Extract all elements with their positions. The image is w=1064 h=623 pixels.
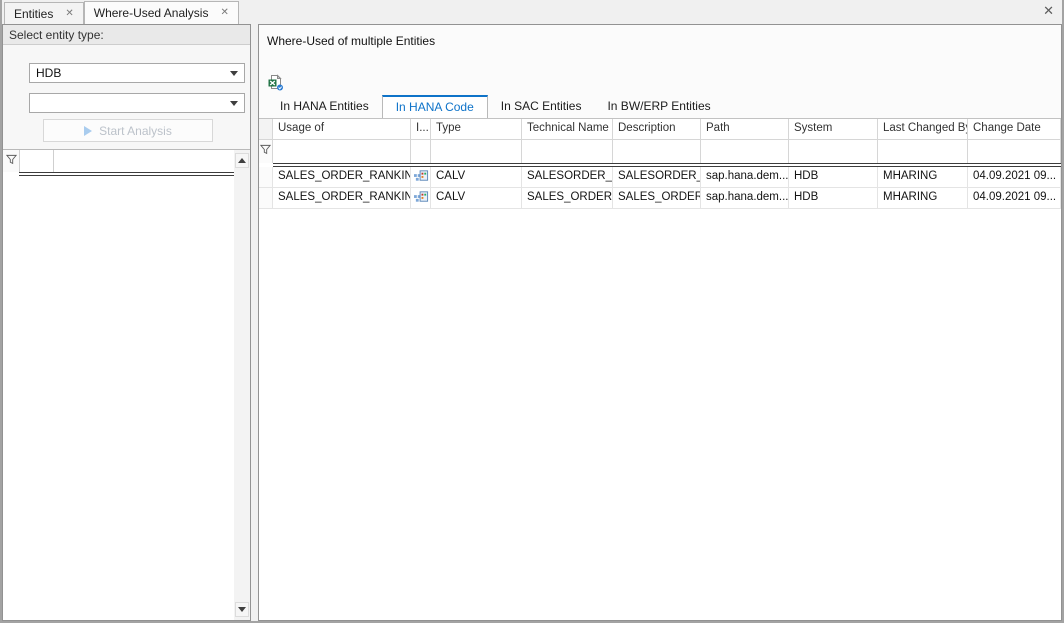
filter-cell[interactable] [431, 140, 522, 163]
document-tabstrip: Entities ✕ Where-Used Analysis ✕ ✕ [2, 0, 1062, 24]
calculation-view-icon [414, 190, 429, 204]
cell-description: SALESORDER_... [613, 167, 701, 187]
play-icon [84, 126, 92, 136]
filter-cell[interactable] [273, 140, 411, 163]
funnel-icon [260, 144, 271, 155]
cell-usage-of: SALES_ORDER_RANKING [273, 167, 411, 187]
main-area: Select entity type: HDB Start Analysis [2, 24, 1062, 621]
entity-list-grid [3, 149, 250, 620]
where-used-panel: Where-Used of multiple Entities In HANA … [258, 24, 1062, 621]
cell-technical-name: SALES_ORDER... [522, 188, 613, 208]
tab-in-hana-entities[interactable]: In HANA Entities [267, 95, 382, 118]
cell-type: CALV [431, 167, 522, 187]
header-gutter-cell [259, 119, 273, 139]
filter-row-gutter [259, 140, 273, 163]
entity-dropdown[interactable] [29, 93, 245, 113]
cell-usage-of: SALES_ORDER_RANKING [273, 188, 411, 208]
column-header-description[interactable]: Description [613, 119, 701, 139]
filter-cell[interactable] [54, 150, 234, 172]
tab-in-bw-erp-entities[interactable]: In BW/ERP Entities [594, 95, 723, 118]
chevron-down-icon [230, 71, 238, 76]
row-gutter-cell [259, 188, 273, 208]
cell-path: sap.hana.dem... [701, 188, 789, 208]
table-row[interactable]: SALES_ORDER_RANKING CALV SA [259, 167, 1061, 188]
column-header-technical-name[interactable]: Technical Name [522, 119, 613, 139]
tab-in-hana-code[interactable]: In HANA Code [382, 95, 488, 118]
chevron-down-icon [230, 101, 238, 106]
column-header-icon[interactable]: I... [411, 119, 431, 139]
filter-cell[interactable] [411, 140, 431, 163]
filter-cell[interactable] [878, 140, 968, 163]
column-header-system[interactable]: System [789, 119, 878, 139]
tab-where-used-analysis-label: Where-Used Analysis [94, 6, 209, 20]
scroll-up-button[interactable] [235, 153, 249, 168]
table-header-row: Usage of I... Type Technical Name Descri… [259, 119, 1061, 140]
where-used-results-table: Usage of I... Type Technical Name Descri… [259, 118, 1061, 620]
filter-cell[interactable] [789, 140, 878, 163]
entity-type-dropdown-value: HDB [36, 66, 61, 80]
cell-technical-name: SALESORDER_... [522, 167, 613, 187]
cell-description: SALES_ORDER... [613, 188, 701, 208]
entity-type-dropdown[interactable]: HDB [29, 63, 245, 83]
filter-row-gutter [3, 150, 19, 172]
table-row[interactable]: SALES_ORDER_RANKING CALV SA [259, 188, 1061, 209]
tab-in-sac-entities[interactable]: In SAC Entities [488, 95, 595, 118]
funnel-icon [6, 154, 17, 165]
arrow-down-icon [238, 607, 246, 612]
table-filter-row [259, 140, 1061, 163]
cell-path: sap.hana.dem... [701, 167, 789, 187]
entity-list-grid-body [3, 150, 234, 620]
where-used-title: Where-Used of multiple Entities [267, 34, 1053, 48]
column-header-path[interactable]: Path [701, 119, 789, 139]
panel-splitter[interactable] [251, 24, 258, 621]
column-header-last-changed-by[interactable]: Last Changed By [878, 119, 968, 139]
cell-change-date: 04.09.2021 09... [968, 167, 1061, 187]
filter-cell[interactable] [968, 140, 1061, 163]
tab-entities-close-icon[interactable]: ✕ [65, 9, 73, 19]
filter-cell[interactable] [613, 140, 701, 163]
entity-selection-form: HDB Start Analysis [3, 45, 250, 149]
tab-where-used-analysis[interactable]: Where-Used Analysis ✕ [84, 1, 239, 24]
window-close-icon[interactable]: ✕ [1043, 4, 1054, 17]
entity-list-filter-row [3, 150, 234, 172]
filter-cell[interactable] [701, 140, 789, 163]
cell-icon [411, 188, 431, 208]
cell-last-changed-by: MHARING [878, 188, 968, 208]
tab-entities[interactable]: Entities ✕ [4, 2, 84, 24]
entity-list-empty-area [3, 176, 234, 620]
cell-system: HDB [789, 188, 878, 208]
where-used-toolbar [267, 74, 1053, 92]
table-empty-area [259, 209, 1061, 620]
start-analysis-label: Start Analysis [99, 124, 172, 138]
where-used-tabs: In HANA Entities In HANA Code In SAC Ent… [267, 95, 1053, 118]
where-used-header-area: Where-Used of multiple Entities In HANA … [259, 25, 1061, 118]
cell-last-changed-by: MHARING [878, 167, 968, 187]
tab-entities-label: Entities [14, 7, 53, 21]
entity-list-scrollbar[interactable] [234, 150, 250, 620]
filter-cell[interactable] [19, 150, 54, 172]
cell-icon [411, 167, 431, 187]
cell-type: CALV [431, 188, 522, 208]
cell-change-date: 04.09.2021 09... [968, 188, 1061, 208]
arrow-up-icon [238, 158, 246, 163]
filter-cell[interactable] [522, 140, 613, 163]
column-header-usage-of[interactable]: Usage of [273, 119, 411, 139]
excel-export-icon[interactable] [267, 74, 284, 91]
calculation-view-icon [414, 169, 429, 183]
tab-where-used-analysis-close-icon[interactable]: ✕ [220, 8, 228, 18]
scroll-down-button[interactable] [235, 602, 249, 617]
column-header-change-date[interactable]: Change Date [968, 119, 1061, 139]
row-gutter-cell [259, 167, 273, 187]
start-analysis-button[interactable]: Start Analysis [43, 119, 213, 142]
app-window: Entities ✕ Where-Used Analysis ✕ ✕ Selec… [0, 0, 1064, 623]
column-header-type[interactable]: Type [431, 119, 522, 139]
select-entity-type-header: Select entity type: [3, 25, 250, 45]
cell-system: HDB [789, 167, 878, 187]
entity-selection-panel: Select entity type: HDB Start Analysis [2, 24, 251, 621]
